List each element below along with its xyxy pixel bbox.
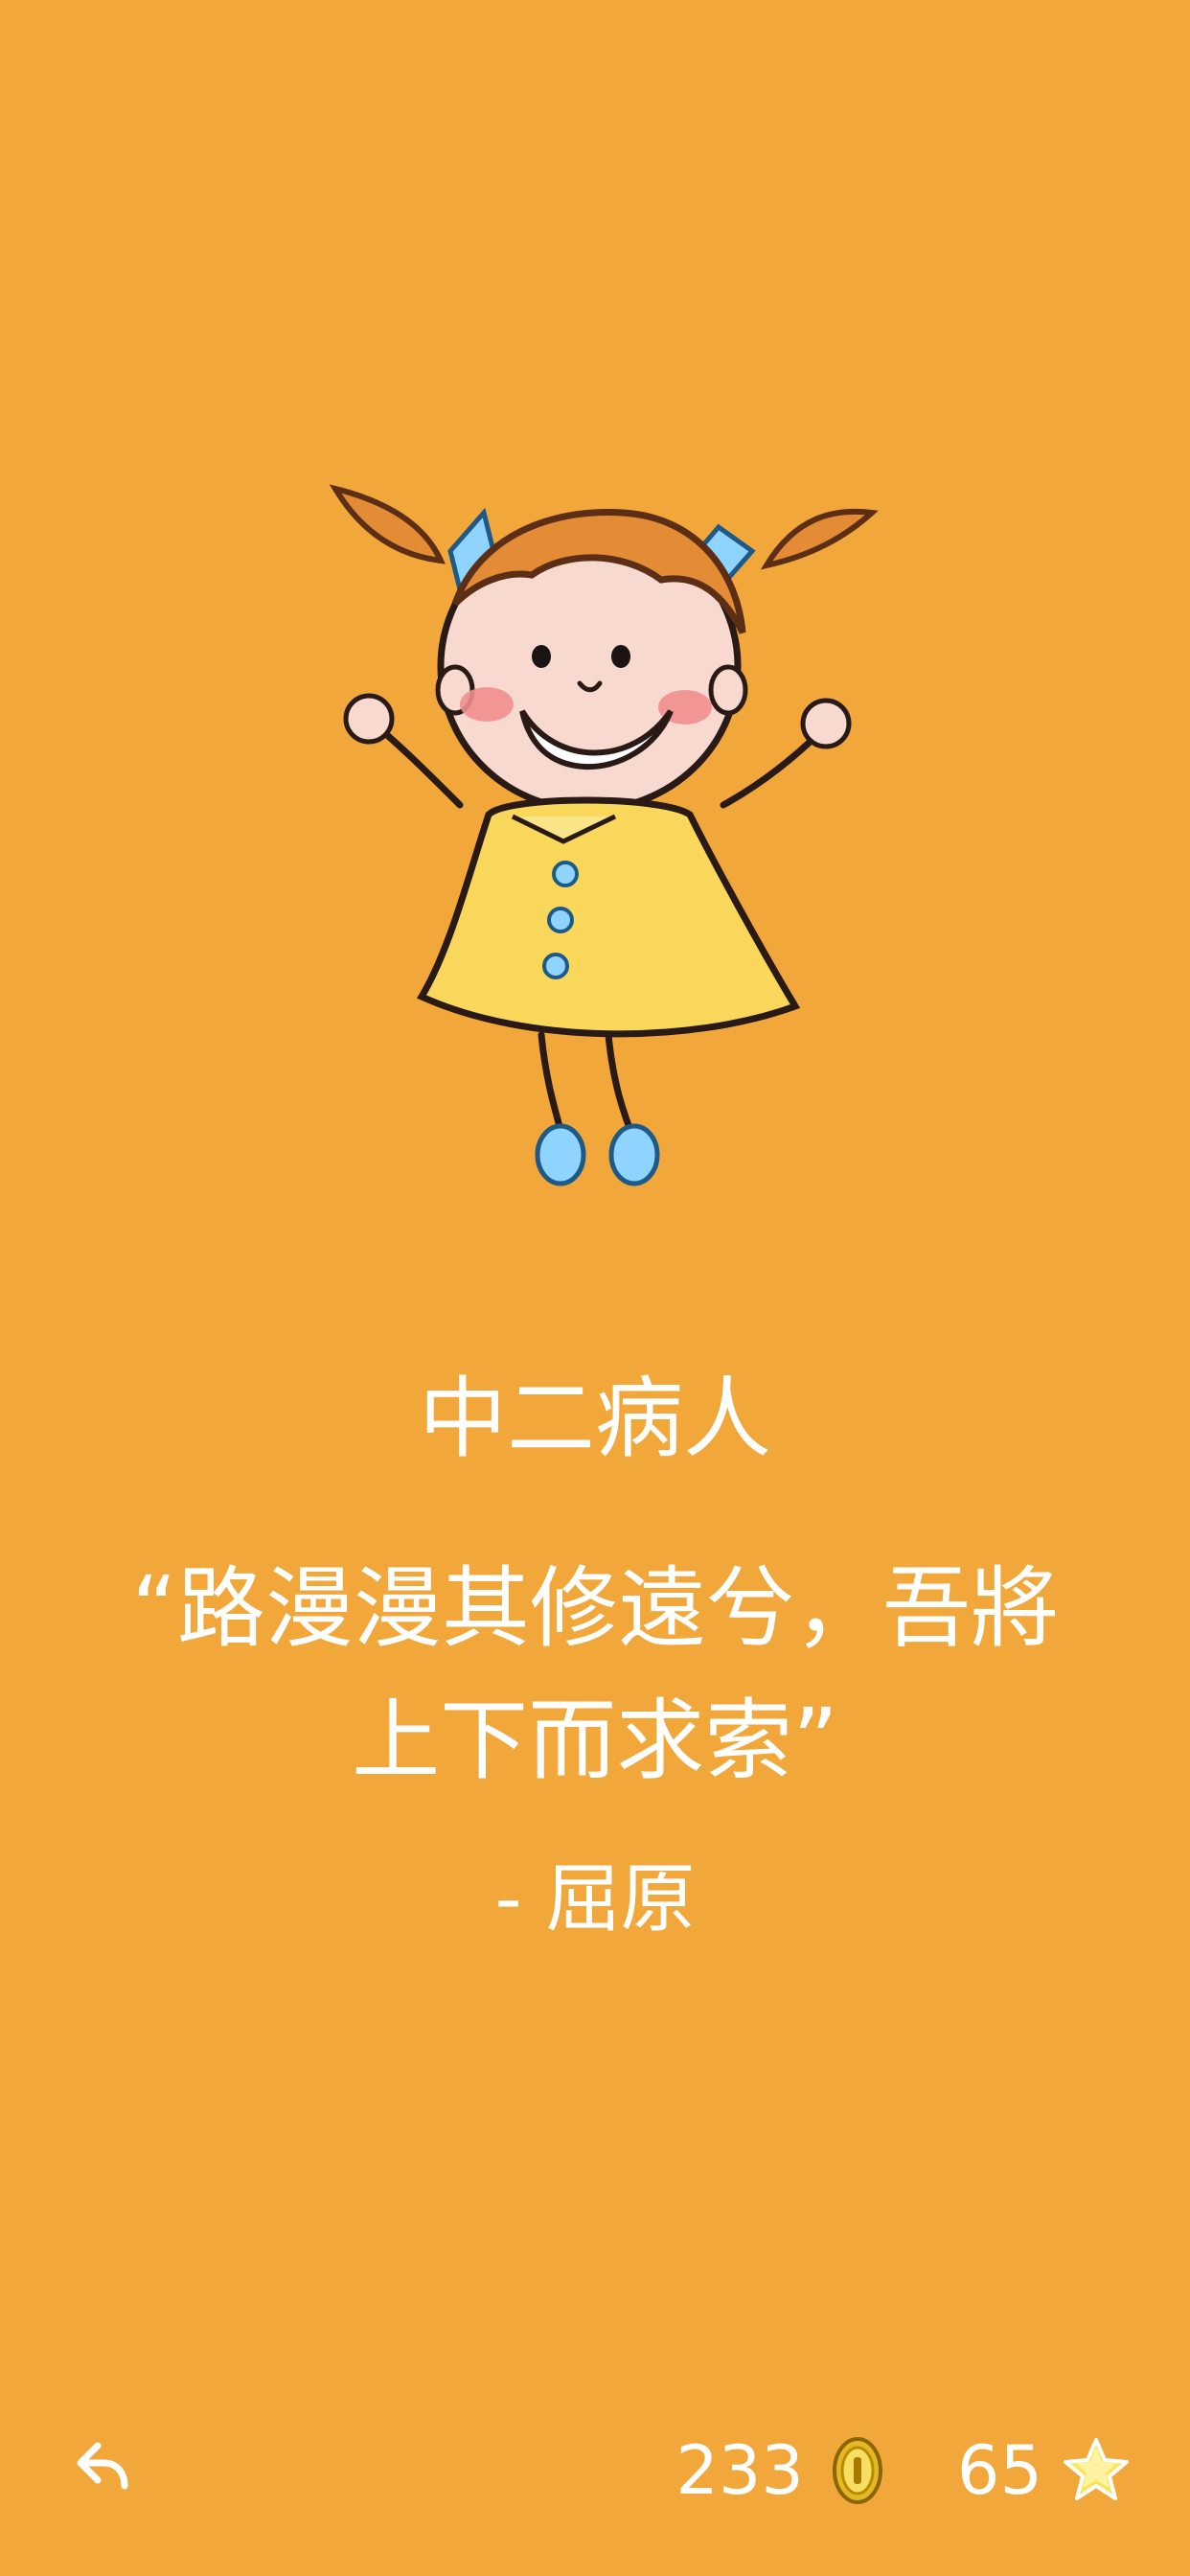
reply-arrow-icon — [77, 2442, 128, 2490]
page-title: 中二病人 — [418, 1368, 771, 1470]
coin-icon — [821, 2434, 894, 2507]
status-bar: 233 65 — [675, 2423, 1133, 2518]
star-counter: 65 — [957, 2434, 1133, 2507]
coin-counter: 233 — [675, 2434, 894, 2507]
achievement-screen: 中二病人 “路漫漫其修遠兮，吾將上下而求索” - 屈原 233 65 — [0, 0, 1190, 2576]
quote-author: - 屈原 — [494, 1856, 696, 1943]
coin-count: 233 — [675, 2431, 804, 2510]
back-button[interactable] — [56, 2425, 144, 2513]
star-icon — [1060, 2434, 1133, 2507]
girl-illustration — [329, 484, 879, 1186]
quote-text: “路漫漫其修遠兮，吾將上下而求索” — [131, 1557, 1059, 1792]
star-count: 65 — [956, 2431, 1042, 2510]
